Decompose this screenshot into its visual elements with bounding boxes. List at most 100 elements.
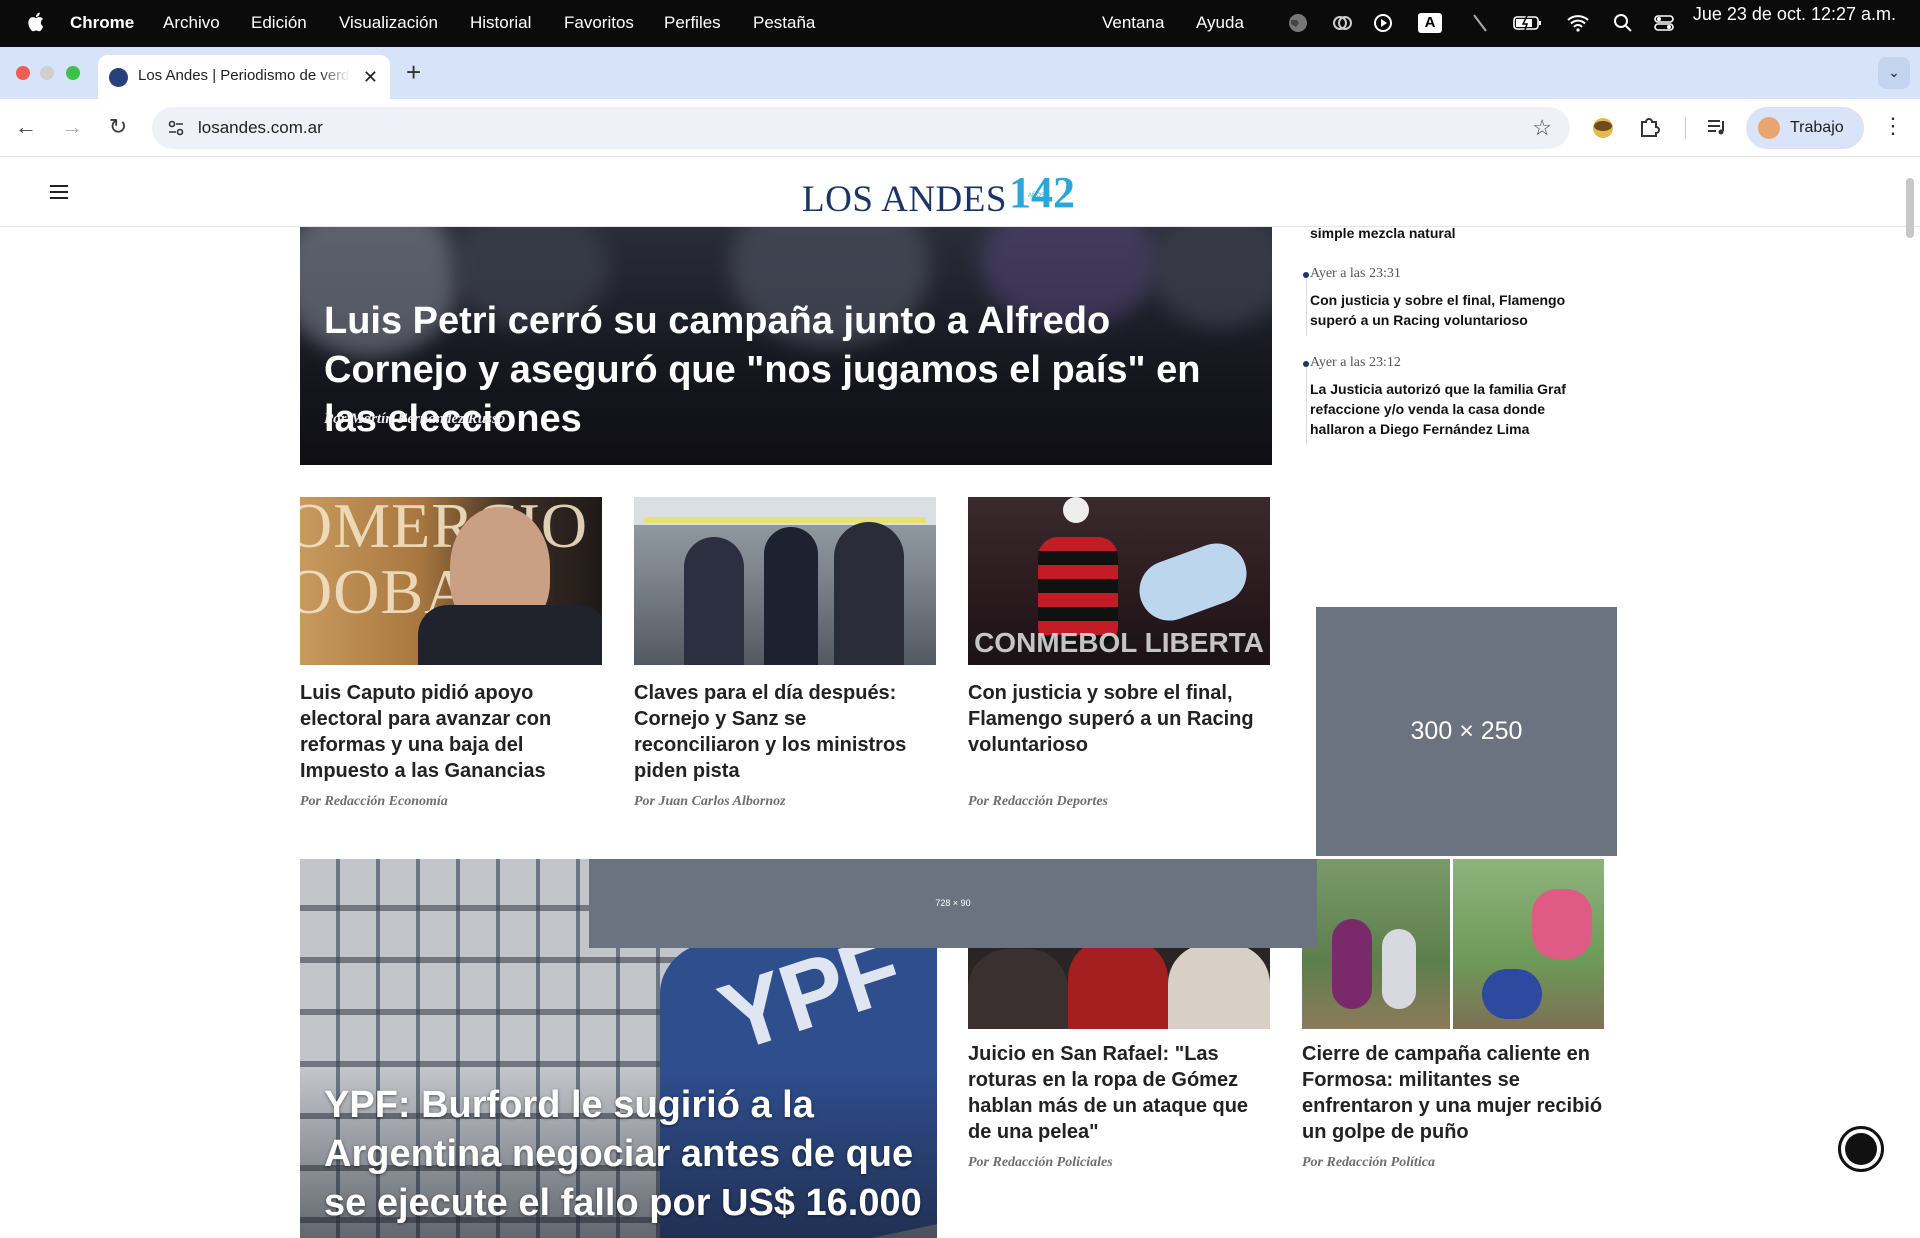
- extensions-puzzle-icon[interactable]: [1636, 114, 1662, 140]
- player-shape: [1131, 534, 1255, 630]
- menu-archivo[interactable]: Archivo: [163, 13, 220, 33]
- wifi-icon[interactable]: [1566, 11, 1590, 35]
- menu-ayuda[interactable]: Ayuda: [1196, 13, 1244, 33]
- suit-shape: [418, 605, 602, 665]
- tab-title: Los Andes | Periodismo de verdad: [138, 67, 350, 84]
- menu-ventana[interactable]: Ventana: [1102, 13, 1164, 33]
- news-card-title[interactable]: Claves para el día después: Cornejo y Sa…: [634, 680, 936, 784]
- page-scrollbar-thumb[interactable]: [1906, 178, 1914, 238]
- back-button[interactable]: ←: [14, 115, 38, 139]
- media-controls-icon[interactable]: [1704, 114, 1730, 140]
- extension-cookie-icon[interactable]: [1590, 114, 1616, 140]
- latest-news-headline[interactable]: La Justicia autorizó que la familia Graf…: [1310, 379, 1590, 439]
- globe-icon[interactable]: [1286, 11, 1310, 35]
- logo-years-suffix: AÑOS: [1027, 193, 1045, 199]
- big-story-headline[interactable]: YPF: Burford le sugirió a la Argentina n…: [324, 1081, 924, 1228]
- news-card-author[interactable]: Por Redacción Política: [1302, 1155, 1435, 1171]
- news-card-title[interactable]: Cierre de campaña caliente en Formosa: m…: [1302, 1041, 1604, 1145]
- control-center-icon[interactable]: [1652, 11, 1676, 35]
- tab-search-button[interactable]: ⌄: [1878, 57, 1910, 89]
- news-card-image[interactable]: OMERCIO OOBA: [300, 497, 602, 665]
- address-bar[interactable]: losandes.com.ar ☆: [152, 107, 1570, 149]
- menu-perfiles[interactable]: Perfiles: [664, 13, 721, 33]
- toolbar-divider: [1685, 117, 1686, 139]
- chevron-down-icon: ⌄: [1888, 64, 1900, 80]
- more-menu-icon[interactable]: ⋮: [1882, 113, 1904, 139]
- person-shape: [1332, 919, 1372, 1009]
- bookmark-star-icon[interactable]: ☆: [1532, 115, 1552, 141]
- ad-medium-rectangle[interactable]: 300 × 250: [1316, 607, 1617, 856]
- tab-close-icon[interactable]: ✕: [363, 67, 378, 88]
- close-window-button[interactable]: [16, 66, 30, 80]
- site-header: LOS ANDES142 AÑOS: [0, 157, 1920, 227]
- site-logo[interactable]: LOS ANDES142 AÑOS: [802, 168, 1075, 222]
- menu-edicion[interactable]: Edición: [251, 13, 307, 33]
- news-card-author[interactable]: Por Redacción Policiales: [968, 1155, 1113, 1171]
- news-card[interactable]: Claves para el día después: Cornejo y Sa…: [634, 497, 936, 809]
- news-card-author[interactable]: Por Redacción Economía: [300, 794, 448, 810]
- news-card-image[interactable]: CONMEBOL LIBERTA: [968, 497, 1270, 665]
- news-card-author[interactable]: Por Redacción Deportes: [968, 794, 1108, 810]
- screen-mirror-icon[interactable]: [1330, 11, 1354, 35]
- avatar: [1758, 117, 1780, 139]
- keyboard-input-icon[interactable]: A: [1418, 13, 1442, 33]
- new-tab-button[interactable]: +: [406, 57, 421, 88]
- person-shape: [834, 522, 904, 665]
- person-shape: [1532, 889, 1592, 959]
- forward-button[interactable]: →: [60, 115, 84, 139]
- hamburger-menu-icon[interactable]: [50, 185, 68, 199]
- latest-news-item[interactable]: Ayer a las 23:12 La Justicia autorizó qu…: [1303, 355, 1590, 445]
- site-favicon-icon: [109, 68, 128, 87]
- news-card-image[interactable]: [634, 497, 936, 665]
- hero-author[interactable]: Por Martín Fernández Russo: [324, 411, 505, 428]
- ad-leaderboard[interactable]: 728 × 90: [589, 859, 1317, 948]
- news-card[interactable]: OMERCIO OOBA Luis Caputo pidió apoyo ele…: [300, 497, 602, 809]
- hero-story[interactable]: Luis Petri cerró su campaña junto a Alfr…: [300, 227, 1272, 465]
- latest-news-time: Ayer a las 23:31: [1310, 266, 1401, 281]
- person-shape: [968, 949, 1068, 1029]
- macos-menubar: Chrome Archivo Edición Visualización His…: [0, 0, 1920, 47]
- battery-charging-icon[interactable]: [1512, 11, 1544, 35]
- timeline-line: [1306, 367, 1307, 445]
- person-shape: [684, 537, 744, 665]
- latest-news-time: Ayer a las 23:12: [1310, 355, 1401, 370]
- browser-tab-active[interactable]: Los Andes | Periodismo de verdad ✕: [98, 55, 390, 99]
- person-shape: [764, 527, 818, 665]
- menu-historial[interactable]: Historial: [470, 13, 531, 33]
- news-card[interactable]: CONMEBOL LIBERTA Con justicia y sobre el…: [968, 497, 1270, 809]
- news-card[interactable]: Cierre de campaña caliente en Formosa: m…: [1302, 859, 1604, 1170]
- person-shape: [1068, 939, 1168, 1029]
- person-shape: [1168, 944, 1270, 1029]
- site-info-icon[interactable]: [166, 118, 186, 138]
- profile-button[interactable]: Trabajo: [1746, 107, 1864, 149]
- play-circle-icon[interactable]: [1371, 11, 1395, 35]
- maximize-window-button[interactable]: [66, 66, 80, 80]
- news-card-author[interactable]: Por Juan Carlos Albornoz: [634, 794, 786, 810]
- url-text[interactable]: losandes.com.ar: [198, 118, 323, 138]
- pen-slash-icon[interactable]: [1468, 11, 1492, 35]
- menu-app-name[interactable]: Chrome: [70, 13, 134, 33]
- latest-news-headline[interactable]: Con justicia y sobre el final, Flamengo …: [1310, 290, 1590, 330]
- notification-bell-button[interactable]: [1838, 1126, 1884, 1172]
- latest-news-item[interactable]: Ayer a las 23:31 Con justicia y sobre el…: [1303, 266, 1590, 336]
- profile-label: Trabajo: [1790, 119, 1844, 136]
- apple-icon[interactable]: [26, 10, 48, 34]
- image-banner-text: CONMEBOL LIBERTA: [974, 627, 1264, 658]
- news-card-title[interactable]: Con justicia y sobre el final, Flamengo …: [968, 680, 1270, 758]
- reload-button[interactable]: ↻: [106, 115, 130, 139]
- menu-visualizacion[interactable]: Visualización: [339, 13, 438, 33]
- menubar-clock[interactable]: Jue 23 de oct. 12:27 a.m.: [1693, 4, 1896, 25]
- minimize-window-button[interactable]: [40, 66, 54, 80]
- video-frame-left: [1302, 859, 1450, 1029]
- news-card-image[interactable]: [1302, 859, 1604, 1029]
- menu-pestana[interactable]: Pestaña: [753, 13, 815, 33]
- logo-wordmark: LOS ANDES: [802, 179, 1007, 220]
- person-shape: [1482, 969, 1542, 1019]
- frame-divider: [1450, 859, 1453, 1029]
- spotlight-search-icon[interactable]: [1611, 11, 1635, 35]
- timeline-line: [1306, 278, 1307, 336]
- news-card-title[interactable]: Juicio en San Rafael: "Las roturas en la…: [968, 1041, 1270, 1145]
- news-card-title[interactable]: Luis Caputo pidió apoyo electoral para a…: [300, 680, 602, 784]
- bus-rail-shape: [644, 517, 926, 523]
- menu-favoritos[interactable]: Favoritos: [564, 13, 634, 33]
